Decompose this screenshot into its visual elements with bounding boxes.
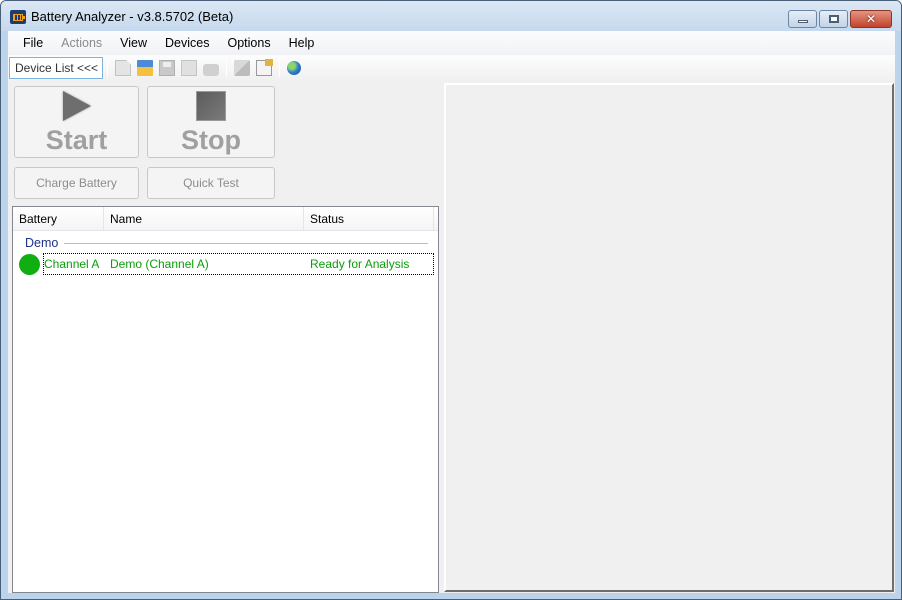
group-divider	[64, 242, 428, 244]
toolbar-separator	[226, 59, 227, 77]
close-button[interactable]: ✕	[850, 10, 892, 28]
device-list[interactable]: Battery Name Status Demo Channel A Demo …	[12, 206, 439, 593]
stop-label: Stop	[181, 125, 241, 155]
toolbar-separator	[279, 59, 280, 77]
edit-icon[interactable]	[234, 60, 250, 76]
column-header-battery[interactable]: Battery	[13, 207, 104, 231]
battery-app-icon	[10, 10, 26, 24]
play-icon	[62, 91, 91, 121]
save-icon[interactable]	[159, 60, 175, 76]
cell-battery: Channel A	[44, 257, 100, 271]
title-bar[interactable]: Battery Analyzer - v3.8.5702 (Beta) ✕	[1, 1, 901, 31]
app-window: Battery Analyzer - v3.8.5702 (Beta) ✕ Fi…	[0, 0, 902, 600]
pdf-export-icon[interactable]	[181, 60, 197, 76]
list-item[interactable]: Channel A Demo (Channel A) Ready for Ana…	[17, 253, 434, 275]
maximize-button[interactable]	[819, 10, 848, 28]
window-title: Battery Analyzer - v3.8.5702 (Beta)	[31, 9, 234, 24]
stop-button[interactable]: Stop	[147, 86, 275, 158]
open-folder-icon[interactable]	[137, 60, 153, 76]
client-area: File Actions View Devices Options Help D…	[8, 31, 895, 593]
close-icon: ✕	[865, 12, 877, 26]
menu-view[interactable]: View	[111, 36, 156, 50]
globe-icon[interactable]	[287, 61, 301, 75]
minimize-button[interactable]	[788, 10, 817, 28]
print-icon[interactable]	[203, 64, 219, 76]
battery-status-indicator	[19, 254, 40, 275]
device-list-toggle-button[interactable]: Device List <<<	[9, 57, 103, 79]
details-pane	[444, 83, 894, 592]
minimize-icon	[797, 20, 808, 23]
maximize-icon	[828, 15, 839, 23]
properties-icon[interactable]	[256, 59, 273, 76]
quick-test-button[interactable]: Quick Test	[147, 167, 275, 199]
stop-icon	[196, 91, 226, 121]
group-name: Demo	[25, 236, 59, 250]
menu-help[interactable]: Help	[280, 36, 324, 50]
menu-devices[interactable]: Devices	[156, 36, 218, 50]
menu-options[interactable]: Options	[219, 36, 280, 50]
cell-name: Demo (Channel A)	[110, 257, 209, 271]
charge-battery-button[interactable]: Charge Battery	[14, 167, 139, 199]
menu-actions[interactable]: Actions	[52, 36, 111, 50]
column-header-status[interactable]: Status	[304, 207, 434, 231]
start-label: Start	[45, 125, 108, 155]
list-group-demo[interactable]: Demo	[25, 235, 428, 251]
menu-file[interactable]: File	[14, 36, 52, 50]
menu-bar: File Actions View Devices Options Help	[8, 31, 895, 55]
toolbar-separator	[107, 59, 108, 77]
toolbar: Device List <<<	[8, 55, 895, 81]
new-file-icon[interactable]	[115, 60, 131, 76]
column-header-name[interactable]: Name	[104, 207, 304, 231]
device-pane: Start Stop Charge Battery Quick Test Bat…	[8, 81, 440, 593]
cell-status: Ready for Analysis	[310, 257, 410, 271]
start-button[interactable]: Start	[14, 86, 139, 158]
list-header: Battery Name Status	[13, 207, 438, 231]
